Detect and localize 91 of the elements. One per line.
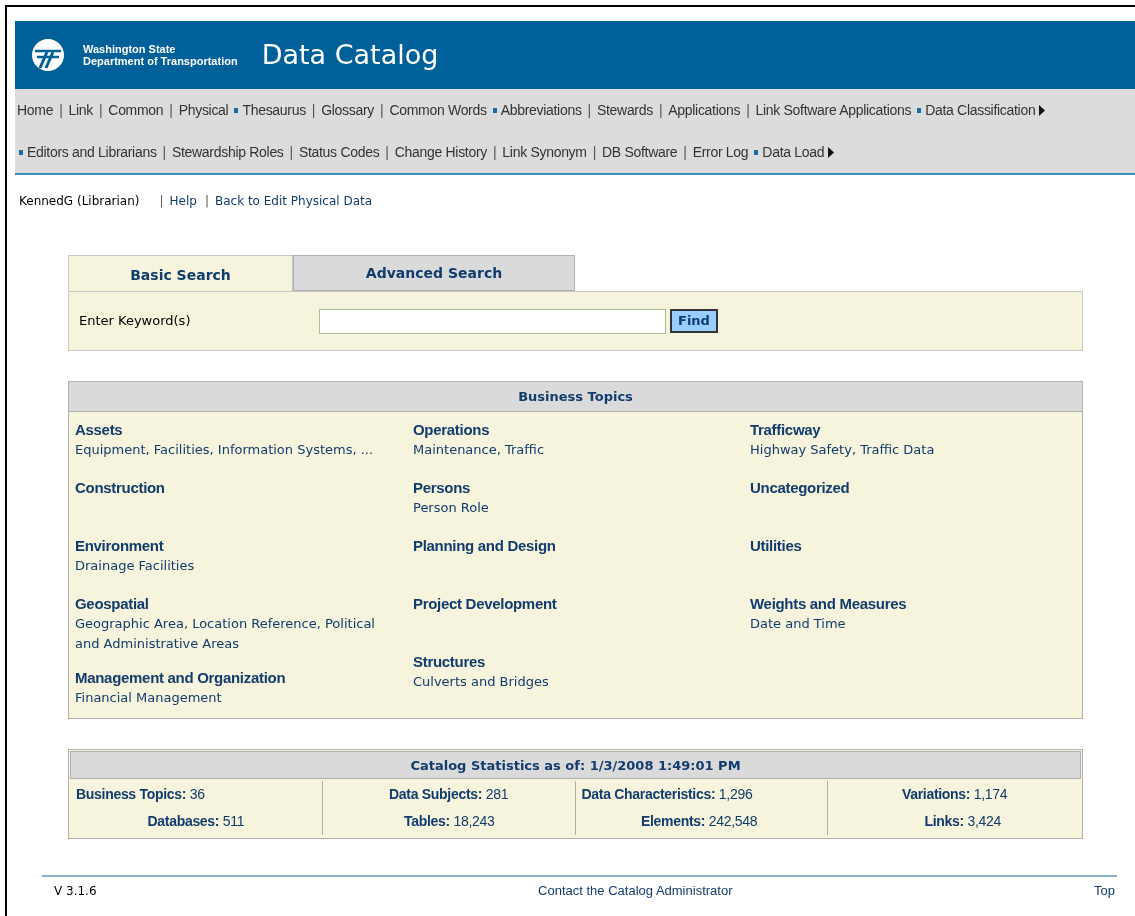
- statistic-text: Links: 3,424: [924, 812, 1001, 831]
- nav-separator: |: [493, 142, 497, 162]
- separator: |: [204, 193, 209, 210]
- topic-subtitle: Geographic Area, Location Reference, Political and Administrative Areas: [75, 615, 376, 653]
- bullet-icon: [754, 149, 759, 155]
- nav-separator: |: [289, 142, 293, 162]
- user-name: KennedG (Librarian): [19, 193, 140, 210]
- top-link[interactable]: Top: [1094, 881, 1117, 901]
- nav-separator: |: [169, 100, 173, 120]
- find-button[interactable]: Find: [670, 309, 718, 333]
- statistic-text: Tables: 18,243: [404, 812, 495, 831]
- nav-menu-link[interactable]: Data Load: [762, 141, 835, 163]
- topic-link[interactable]: Structures: [413, 652, 750, 672]
- nav-link[interactable]: Stewards: [596, 99, 653, 121]
- nav-link[interactable]: Stewardship Roles: [171, 141, 284, 163]
- agency-name: Department of Transportation: [83, 55, 238, 67]
- nav-separator: |: [683, 142, 687, 162]
- nav-link[interactable]: Common: [108, 99, 164, 121]
- nav-link[interactable]: DB Software: [602, 141, 678, 163]
- topic-subtitle: Highway Safety, Traffic Data: [750, 441, 936, 459]
- bullet-icon: [19, 149, 23, 155]
- topic-link[interactable]: Planning and Design: [413, 536, 750, 556]
- nav-menu-link[interactable]: Data Classification: [925, 99, 1046, 121]
- nav-separator: |: [587, 100, 591, 120]
- version-text: V 3.1.6: [53, 882, 97, 900]
- topic-link[interactable]: Trafficway: [750, 420, 1076, 440]
- topic-subtitle: Date and Time: [750, 615, 847, 633]
- topic-link[interactable]: Construction: [75, 478, 413, 498]
- nav-link[interactable]: Change History: [394, 141, 487, 163]
- statistic-text: Variations: 1,174: [901, 785, 1008, 804]
- logo-icon: [31, 38, 65, 72]
- search-tab[interactable]: Basic Search: [68, 255, 293, 291]
- statistic-text: Databases: 511: [147, 812, 245, 831]
- topic-subtitle: Culverts and Bridges: [413, 673, 550, 691]
- nav-link[interactable]: Glossary: [321, 99, 375, 121]
- topic-subtitle: Maintenance, Traffic: [413, 441, 546, 459]
- nav-separator: |: [59, 100, 63, 120]
- topic-subtitle: Financial Management: [75, 689, 223, 707]
- bullet-icon: [917, 107, 922, 113]
- nav-separator: |: [311, 100, 316, 120]
- topic-link[interactable]: Persons: [413, 478, 750, 498]
- topic-subtitle: Drainage Facilities: [75, 557, 196, 575]
- nav-link[interactable]: Link Software Applications: [755, 99, 912, 121]
- nav-link[interactable]: Error Log: [692, 141, 749, 163]
- header-link[interactable]: Help: [169, 192, 197, 210]
- section-heading: Business Topics: [69, 382, 1082, 412]
- bullet-icon: [492, 107, 497, 113]
- topic-link[interactable]: Management and Organization: [75, 668, 413, 688]
- header-link[interactable]: Back to Edit Physical Data: [214, 192, 373, 210]
- nav-link[interactable]: Link: [68, 99, 93, 121]
- topic-link[interactable]: Weights and Measures: [750, 594, 1076, 614]
- statistic-text: Data Subjects: 281: [389, 785, 509, 804]
- section-heading: Catalog Statistics as of: 1/3/2008 1:49:01 PM: [70, 751, 1081, 779]
- topic-link[interactable]: Uncategorized: [750, 478, 1076, 498]
- nav-separator: |: [380, 100, 384, 120]
- nav-separator: |: [658, 100, 663, 120]
- separator: |: [159, 193, 164, 210]
- nav-link[interactable]: Editors and Librarians: [27, 141, 157, 163]
- statistic-text: Elements: 242,548: [640, 812, 758, 831]
- nav-link[interactable]: Physical: [178, 99, 229, 121]
- contact-link[interactable]: Contact the Catalog Administrator: [538, 881, 733, 901]
- nav-separator: |: [99, 100, 103, 120]
- topic-subtitle: Person Role: [413, 499, 490, 517]
- topic-link[interactable]: Environment: [75, 536, 413, 556]
- topic-link[interactable]: Operations: [413, 420, 750, 440]
- bullet-icon: [234, 107, 239, 113]
- keyword-field[interactable]: [319, 308, 666, 334]
- nav-separator: |: [592, 142, 597, 162]
- nav-link[interactable]: Common Words: [389, 99, 487, 121]
- caret-icon: [1039, 104, 1046, 116]
- nav-separator: |: [162, 142, 166, 162]
- statistic-text: Business Topics: 36: [76, 785, 205, 804]
- nav-link[interactable]: Abbreviations: [500, 99, 582, 121]
- nav-separator: |: [746, 100, 750, 120]
- caret-icon: [828, 146, 835, 158]
- topic-link[interactable]: Project Development: [413, 594, 750, 614]
- nav-separator: |: [385, 142, 389, 162]
- field-label: Enter Keyword(s): [79, 312, 192, 331]
- search-tab[interactable]: Advanced Search: [293, 255, 575, 291]
- nav-link[interactable]: Applications: [668, 99, 741, 121]
- nav-link[interactable]: Thesaurus: [242, 99, 306, 121]
- app-title: Data Catalog: [261, 37, 439, 72]
- topic-subtitle: Equipment, Facilities, Information Systems, ...: [75, 441, 375, 459]
- statistic-text: Data Characteristics: 1,296: [581, 785, 753, 804]
- topic-link[interactable]: Geospatial: [75, 594, 413, 614]
- topic-link[interactable]: Utilities: [750, 536, 1076, 556]
- nav-link[interactable]: Link Synonym: [502, 141, 587, 163]
- topic-link[interactable]: Assets: [75, 420, 413, 440]
- agency-name: Washington State: [83, 43, 177, 55]
- nav-link[interactable]: Status Codes: [298, 141, 380, 163]
- nav-link[interactable]: Home: [17, 99, 54, 121]
